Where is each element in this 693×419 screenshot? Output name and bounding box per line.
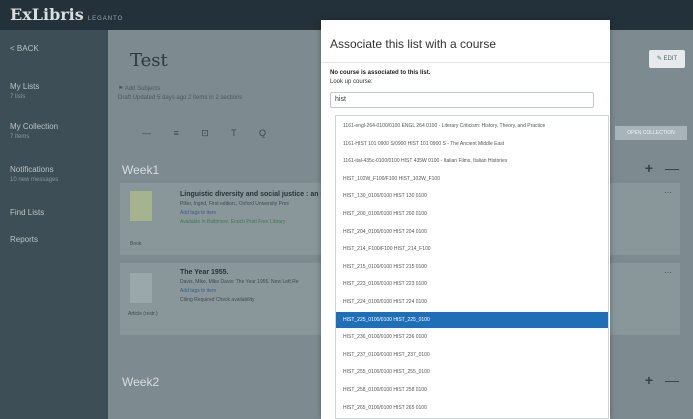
item-menu-icon[interactable]: ⋯ — [664, 188, 672, 197]
sidebar-item-sub: 7 lists — [10, 94, 26, 100]
course-option[interactable]: HIST_200_0100/0100 HIST 200 0100 — [336, 206, 608, 222]
course-option[interactable]: 1161-HIST 101 0900 S/0900 HIST 101 0900 … — [336, 136, 608, 152]
tag-icon: ⚑ — [118, 86, 125, 92]
item-title[interactable]: The Year 1955. — [180, 269, 229, 276]
collapse-icon[interactable]: — — [665, 160, 679, 176]
logo-sub: LEGANTO — [87, 16, 124, 22]
collapse-icon[interactable]: — — [665, 372, 679, 388]
sidebar-item-reports[interactable]: Reports — [10, 235, 38, 245]
dialog-title: Associate this list with a course — [330, 37, 497, 51]
sidebar-item-sub: 7 items — [10, 134, 30, 140]
sidebar-item-find-lists[interactable]: Find Lists — [10, 208, 44, 218]
exlibris-logo[interactable]: ExLibris LEGANTO — [10, 5, 123, 24]
sidebar-item-label: Notifications — [10, 165, 54, 174]
section-title-week1[interactable]: Week1 — [122, 163, 159, 177]
add-item-icon[interactable]: + — [645, 372, 653, 388]
item-type: Article (restr.) — [128, 311, 158, 317]
course-option[interactable]: HIST_130_0100/0100 HIST 130 0100 — [336, 188, 608, 204]
sidebar-item-notifications[interactable]: Notifications 10 new messages — [10, 165, 58, 185]
course-suggestions-list: 1161-engl-264-0100/0100 ENGL 264 0100 - … — [335, 115, 609, 419]
course-option[interactable]: HIST_204_0100/0100 HIST 204 0100 — [336, 224, 608, 240]
add-tags-link[interactable]: Add tags to item — [180, 210, 216, 216]
divider — [321, 62, 610, 63]
sidebar-item-label: My Lists — [10, 82, 40, 91]
course-option[interactable]: HIST_265_0100/0100 HIST 265 0100 — [336, 400, 608, 416]
sidebar-item-label: Reports — [10, 235, 39, 244]
course-option[interactable]: HIST_214_F100/F100 HIST_214_F100 — [336, 241, 608, 257]
item-title[interactable]: Linguistic diversity and social justice … — [180, 191, 332, 198]
sidebar-item-my-collection[interactable]: My Collection 7 items — [10, 122, 58, 142]
course-option[interactable]: HIST_224_0100/0100 HIST 224 0100 — [336, 294, 608, 310]
book-cover-thumbnail — [130, 191, 152, 221]
page-title: Test — [130, 50, 168, 71]
course-option[interactable]: HIST_225_0100/0100 HIST_225_0100 — [336, 311, 608, 328]
section-title-week2[interactable]: Week2 — [122, 375, 159, 389]
lookup-label: Look up course: — [330, 79, 373, 85]
open-collection-button[interactable]: OPEN COLLECTION — [615, 126, 687, 140]
availability-status[interactable]: Citing Required Check availability — [180, 297, 254, 303]
sidebar-item-label: Find Lists — [10, 208, 45, 217]
list-meta: Draft Updated 5 days ago 2 items in 2 se… — [118, 95, 243, 101]
sidebar-item-label: My Collection — [10, 122, 59, 131]
article-icon — [130, 273, 152, 303]
course-option[interactable]: HIST_258_0100/0100 HIST 258 0100 — [336, 382, 608, 398]
list-toolbar[interactable]: — ≡ ⊡ T Q — [142, 128, 276, 139]
add-item-icon[interactable]: + — [645, 160, 653, 176]
item-citation: Piller, Ingrid, First edition., Oxford U… — [180, 201, 289, 207]
logo-text: ExLibris — [10, 5, 84, 24]
course-option[interactable]: 1161-engl-264-0100/0100 ENGL 264 0100 - … — [336, 118, 608, 134]
course-option[interactable]: HIST_236_0100/0100 HIST 236 0100 — [336, 329, 608, 345]
edit-label: EDIT — [663, 56, 678, 62]
no-course-message: No course is associated to this list. — [330, 70, 431, 76]
add-subjects-link[interactable]: ⚑ Add Subjects — [118, 85, 160, 92]
availability-status[interactable]: Available in Baltimore, Enoch Pratt Free… — [180, 219, 285, 225]
add-tags-link[interactable]: Add tags to item — [180, 288, 216, 294]
sidebar: < BACK My Lists 7 lists My Collection 7 … — [0, 30, 108, 419]
pencil-icon: ✎ — [656, 56, 664, 62]
item-menu-icon[interactable]: ⋯ — [664, 268, 672, 277]
course-option[interactable]: HIST_102W_F100/F100 HIST_102W_F100 — [336, 171, 608, 187]
sidebar-back[interactable]: < BACK — [10, 44, 39, 54]
course-option[interactable]: HIST_237_0100/0100 HIST_237_0100 — [336, 347, 608, 363]
course-search-input[interactable]: hist — [330, 92, 594, 108]
item-citation: Davis, Mike, Mike Davis: The Year 1955, … — [180, 279, 299, 285]
add-subjects-label: Add Subjects — [124, 86, 161, 92]
item-type: Book — [130, 241, 142, 247]
sidebar-item-my-lists[interactable]: My Lists 7 lists — [10, 82, 39, 102]
sidebar-item-sub: 10 new messages — [10, 177, 59, 183]
course-option[interactable]: HIST_223_0100/0100 HIST 223 0100 — [336, 276, 608, 292]
course-option[interactable]: HIST_215_0100/0100 HIST 215 0100 — [336, 259, 608, 275]
edit-button[interactable]: ✎ EDIT — [649, 50, 685, 68]
course-option[interactable]: HIST_255_0100/0100 HIST_255_0100 — [336, 364, 608, 380]
course-option[interactable]: 1161-ital-435c-0100/0100 HIST 435W 0100 … — [336, 153, 608, 169]
